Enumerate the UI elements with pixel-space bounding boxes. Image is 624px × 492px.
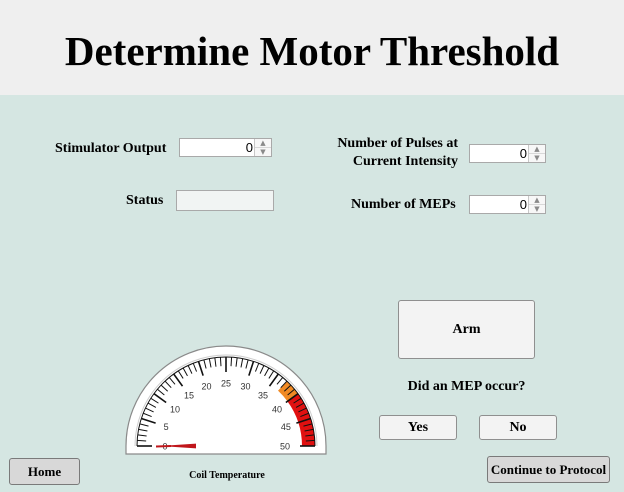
pulses-label-line1: Number of Pulses at <box>337 136 458 151</box>
pulses-value: 0 <box>519 146 527 161</box>
stimulator-output-label: Stimulator Output <box>55 141 167 156</box>
gauge-tick-label: 40 <box>272 404 282 414</box>
continue-to-protocol-button[interactable]: Continue to Protocol <box>487 456 610 483</box>
stimulator-output-value: 0 <box>245 140 253 155</box>
stimulator-output-spinner[interactable]: 0 ▲ ▼ <box>179 138 272 157</box>
coil-temperature-gauge: 05101520253035404550 <box>122 343 330 457</box>
home-button[interactable]: Home <box>9 458 80 485</box>
gauge-tick <box>219 357 222 367</box>
meps-spinner[interactable]: 0 ▲ ▼ <box>469 195 546 214</box>
arm-button[interactable]: Arm <box>398 300 535 359</box>
pulses-label: Number of Pulses at Current Intensity <box>330 135 458 171</box>
gauge-tick-label: 35 <box>258 391 268 401</box>
gauge-tick <box>230 357 233 367</box>
mep-question: Did an MEP occur? <box>407 379 526 394</box>
increment-arrow-icon[interactable]: ▲ <box>529 196 545 205</box>
decrement-arrow-icon[interactable]: ▼ <box>255 148 271 156</box>
meps-stepper[interactable]: ▲ ▼ <box>528 196 545 213</box>
gauge-tick-label: 25 <box>221 379 231 389</box>
pulses-spinner[interactable]: 0 ▲ ▼ <box>469 144 546 163</box>
pulses-stepper[interactable]: ▲ ▼ <box>528 145 545 162</box>
page-title: Determine Motor Threshold <box>64 28 560 74</box>
stimulator-output-stepper[interactable]: ▲ ▼ <box>254 139 271 156</box>
meps-value: 0 <box>519 197 527 212</box>
gauge-tick <box>137 439 147 442</box>
gauge-tick-label: 20 <box>202 382 212 392</box>
gauge-tick-label: 50 <box>280 442 290 452</box>
decrement-arrow-icon[interactable]: ▼ <box>529 205 545 213</box>
status-field <box>176 190 274 211</box>
coil-temperature-label: Coil Temperature <box>189 470 265 481</box>
gauge-tick-label: 15 <box>184 391 194 401</box>
gauge-tick-label: 30 <box>240 382 250 392</box>
meps-label: Number of MEPs <box>351 197 456 212</box>
increment-arrow-icon[interactable]: ▲ <box>255 139 271 148</box>
status-label: Status <box>126 193 164 208</box>
increment-arrow-icon[interactable]: ▲ <box>529 145 545 154</box>
gauge-tick-label: 10 <box>170 404 180 414</box>
gauge-tick-label: 5 <box>164 422 169 432</box>
gauge-tick <box>305 439 315 442</box>
gauge-tick-label: 45 <box>281 422 291 432</box>
pulses-label-line2: Current Intensity <box>352 154 458 169</box>
gauge-dial: 05101520253035404550 <box>125 345 327 455</box>
no-button[interactable]: No <box>479 415 557 440</box>
yes-button[interactable]: Yes <box>379 415 457 440</box>
decrement-arrow-icon[interactable]: ▼ <box>529 154 545 162</box>
